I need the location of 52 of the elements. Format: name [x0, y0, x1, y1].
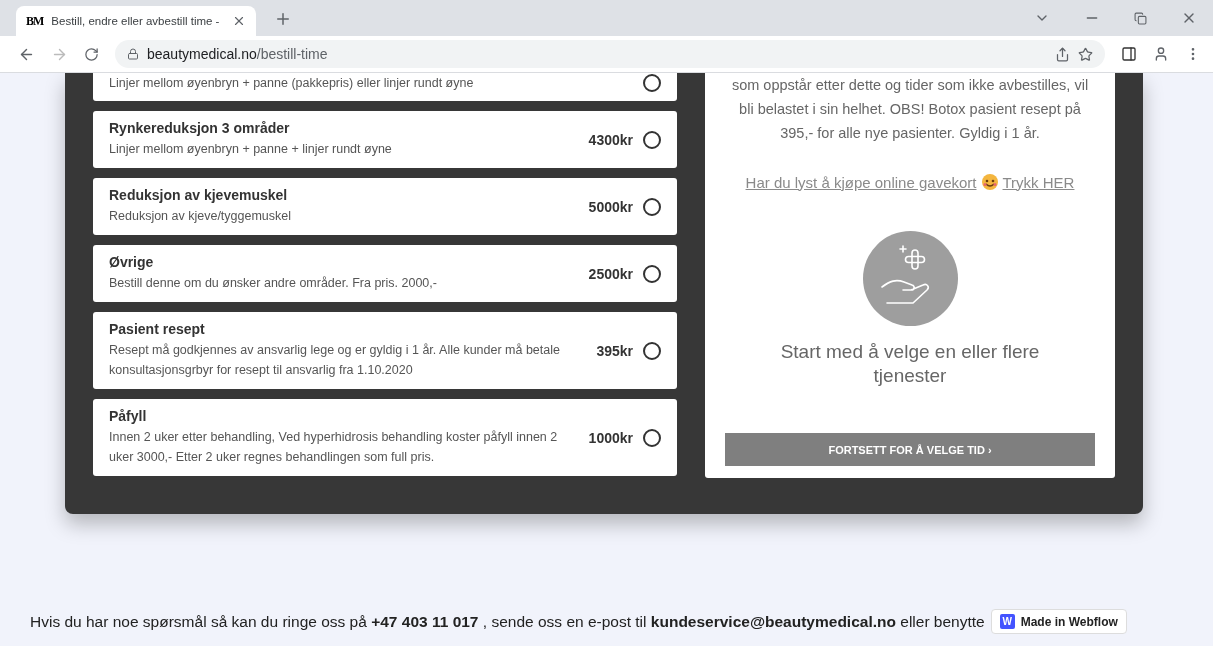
browser-tab[interactable]: BM Bestill, endre eller avbestill time - [16, 6, 256, 36]
service-title: Reduksjon av kjevemuskel [109, 187, 289, 203]
service-description: Innen 2 uker etter behandling, Ved hyperhidrosis behandling koster påfyll innen 2 uker 3000,- Etter 2 uker regnes behandlingen som full pris. [109, 429, 559, 466]
service-card[interactable]: Påfyll Innen 2 uker etter behandling, Ved hyperhidrosis behandling koster påfyll innen 2 uker 3000,- Etter 2 uker regnes behandlingen som full pris. 1000kr [93, 399, 677, 476]
service-description: Resept må godkjennes av ansvarlig lege og er gyldig i 1 år. Alle kunder må betale konsultasjonsgrbyr for resept til ansvarlig fra 1.10.2020 [109, 342, 561, 379]
url-text: beautymedical.no/bestill-time [147, 46, 328, 62]
service-title: Pasient resept [109, 321, 206, 337]
service-title: Påfyll [109, 408, 148, 424]
service-price: 5000kr [588, 198, 633, 215]
webflow-badge[interactable]: W Made in Webflow [990, 609, 1127, 634]
service-card[interactable]: Øvrige Bestill denne om du ønsker andre områder. Fra pris. 2000,- 2500kr [93, 245, 677, 302]
radio-button[interactable] [643, 264, 661, 283]
service-description: Linjer mellom øyenbryn + panne (pakkepris) eller linjer rundt øyne [109, 75, 475, 92]
service-title: Øvrige [109, 254, 155, 270]
gift-card-link[interactable]: Har du lyst å kjøpe online gavekort Trykk HER [745, 173, 1075, 191]
radio-button[interactable] [643, 197, 661, 216]
service-price: 2500kr [588, 265, 633, 282]
service-description: Reduksjon av kjeve/tyggemuskel [109, 208, 293, 225]
contact-text: Hvis du har noe spørsmål så kan du ringe oss på +47 403 11 017 , sende oss en e-post til kundeservice@beautymedical.no eller benytte [30, 612, 985, 631]
reload-icon[interactable] [84, 46, 99, 62]
tab-title: Bestill, endre eller avbestill time - [51, 15, 221, 27]
empty-state-message: Start med å velge en eller flere tjenester [779, 340, 1041, 388]
radio-button[interactable] [643, 74, 661, 92]
service-description: Linjer mellom øyenbryn + panne + linjer rundt øyne [109, 141, 393, 158]
service-price: 4300kr [588, 131, 633, 148]
continue-button[interactable]: FORTSETT FOR Å VELGE TID › [725, 433, 1095, 466]
service-card[interactable]: Pasient resept Resept må godkjennes av ansvarlig lege og er gyldig i 1 år. Alle kunder må betale konsultasjonsgrbyr for resept til ansvarlig fra 1.10.2020 395kr [93, 312, 677, 389]
badge-label: Made in Webflow [1020, 614, 1118, 629]
radio-button[interactable] [643, 130, 661, 149]
star-icon[interactable] [1078, 46, 1093, 62]
plus-icon[interactable] [274, 10, 292, 28]
webflow-logo: W [999, 614, 1015, 629]
service-card[interactable]: Linjer mellom øyenbryn + panne (pakkepris) eller linjer rundt øyne [93, 73, 677, 101]
restore-icon[interactable] [1134, 11, 1147, 25]
service-price: 1000kr [588, 429, 633, 446]
notice-text: som oppstår etter dette og tider som ikke avbestilles, vil bli belastet i sin helhet. OBS! Botox pasient resept på 395,- for alle nye pasienter. Gyldig i 1 år. [730, 76, 1090, 143]
radio-button[interactable] [643, 428, 661, 447]
side-panel-icon[interactable] [1121, 46, 1137, 62]
service-price: 395kr [596, 342, 633, 359]
address-bar[interactable]: beautymedical.no/bestill-time [115, 40, 1105, 68]
hand-with-cross-icon [862, 231, 958, 326]
service-card[interactable]: Reduksjon av kjevemuskel Reduksjon av kjeve/tyggemuskel 5000kr [93, 178, 677, 235]
service-card[interactable]: Rynkereduksjon 3 områder Linjer mellom øyenbryn + panne + linjer rundt øyne 4300kr [93, 111, 677, 168]
lock-icon [127, 48, 139, 60]
share-icon[interactable] [1055, 46, 1070, 62]
smiley-icon [980, 173, 999, 191]
profile-icon[interactable] [1153, 46, 1169, 62]
service-description: Bestill denne om du ønsker andre områder. Fra pris. 2000,- [109, 275, 438, 292]
favicon: BM [26, 13, 44, 29]
radio-button[interactable] [643, 341, 661, 360]
close-icon[interactable] [232, 14, 246, 28]
service-title: Rynkereduksjon 3 områder [109, 120, 291, 136]
